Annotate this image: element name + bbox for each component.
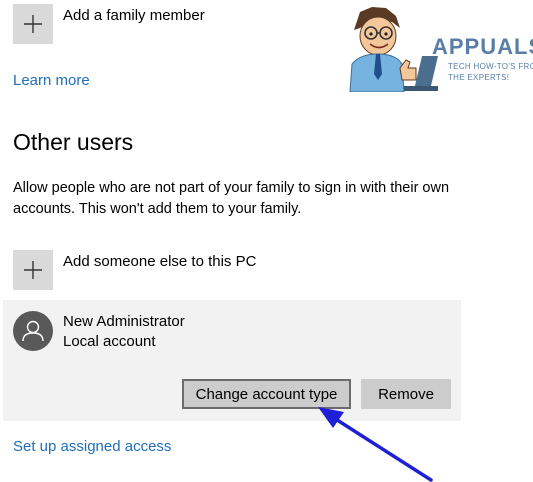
add-family-member-plus-tile[interactable] bbox=[13, 4, 53, 44]
watermark-brand: APPUALS bbox=[432, 34, 533, 59]
add-someone-else-plus-tile[interactable] bbox=[13, 250, 53, 290]
watermark-tagline-1: TECH HOW-TO'S FROM bbox=[448, 62, 533, 71]
watermark-tagline-2: THE EXPERTS! bbox=[448, 73, 510, 82]
account-type-text: Local account bbox=[63, 333, 156, 350]
add-someone-else-label[interactable]: Add someone else to this PC bbox=[63, 253, 256, 270]
plus-icon bbox=[24, 15, 42, 33]
plus-icon bbox=[24, 261, 42, 279]
other-users-title: Other users bbox=[13, 129, 134, 155]
set-up-assigned-access-link[interactable]: Set up assigned access bbox=[13, 438, 171, 455]
learn-more-link[interactable]: Learn more bbox=[13, 72, 90, 89]
account-avatar bbox=[13, 311, 53, 351]
remove-account-button[interactable]: Remove bbox=[361, 379, 451, 409]
other-users-description: Allow people who are not part of your fa… bbox=[13, 180, 450, 217]
add-family-member-label[interactable]: Add a family member bbox=[63, 7, 205, 24]
person-icon bbox=[22, 320, 44, 342]
account-name: New Administrator bbox=[63, 313, 185, 330]
change-account-type-button[interactable]: Change account type bbox=[182, 379, 351, 409]
